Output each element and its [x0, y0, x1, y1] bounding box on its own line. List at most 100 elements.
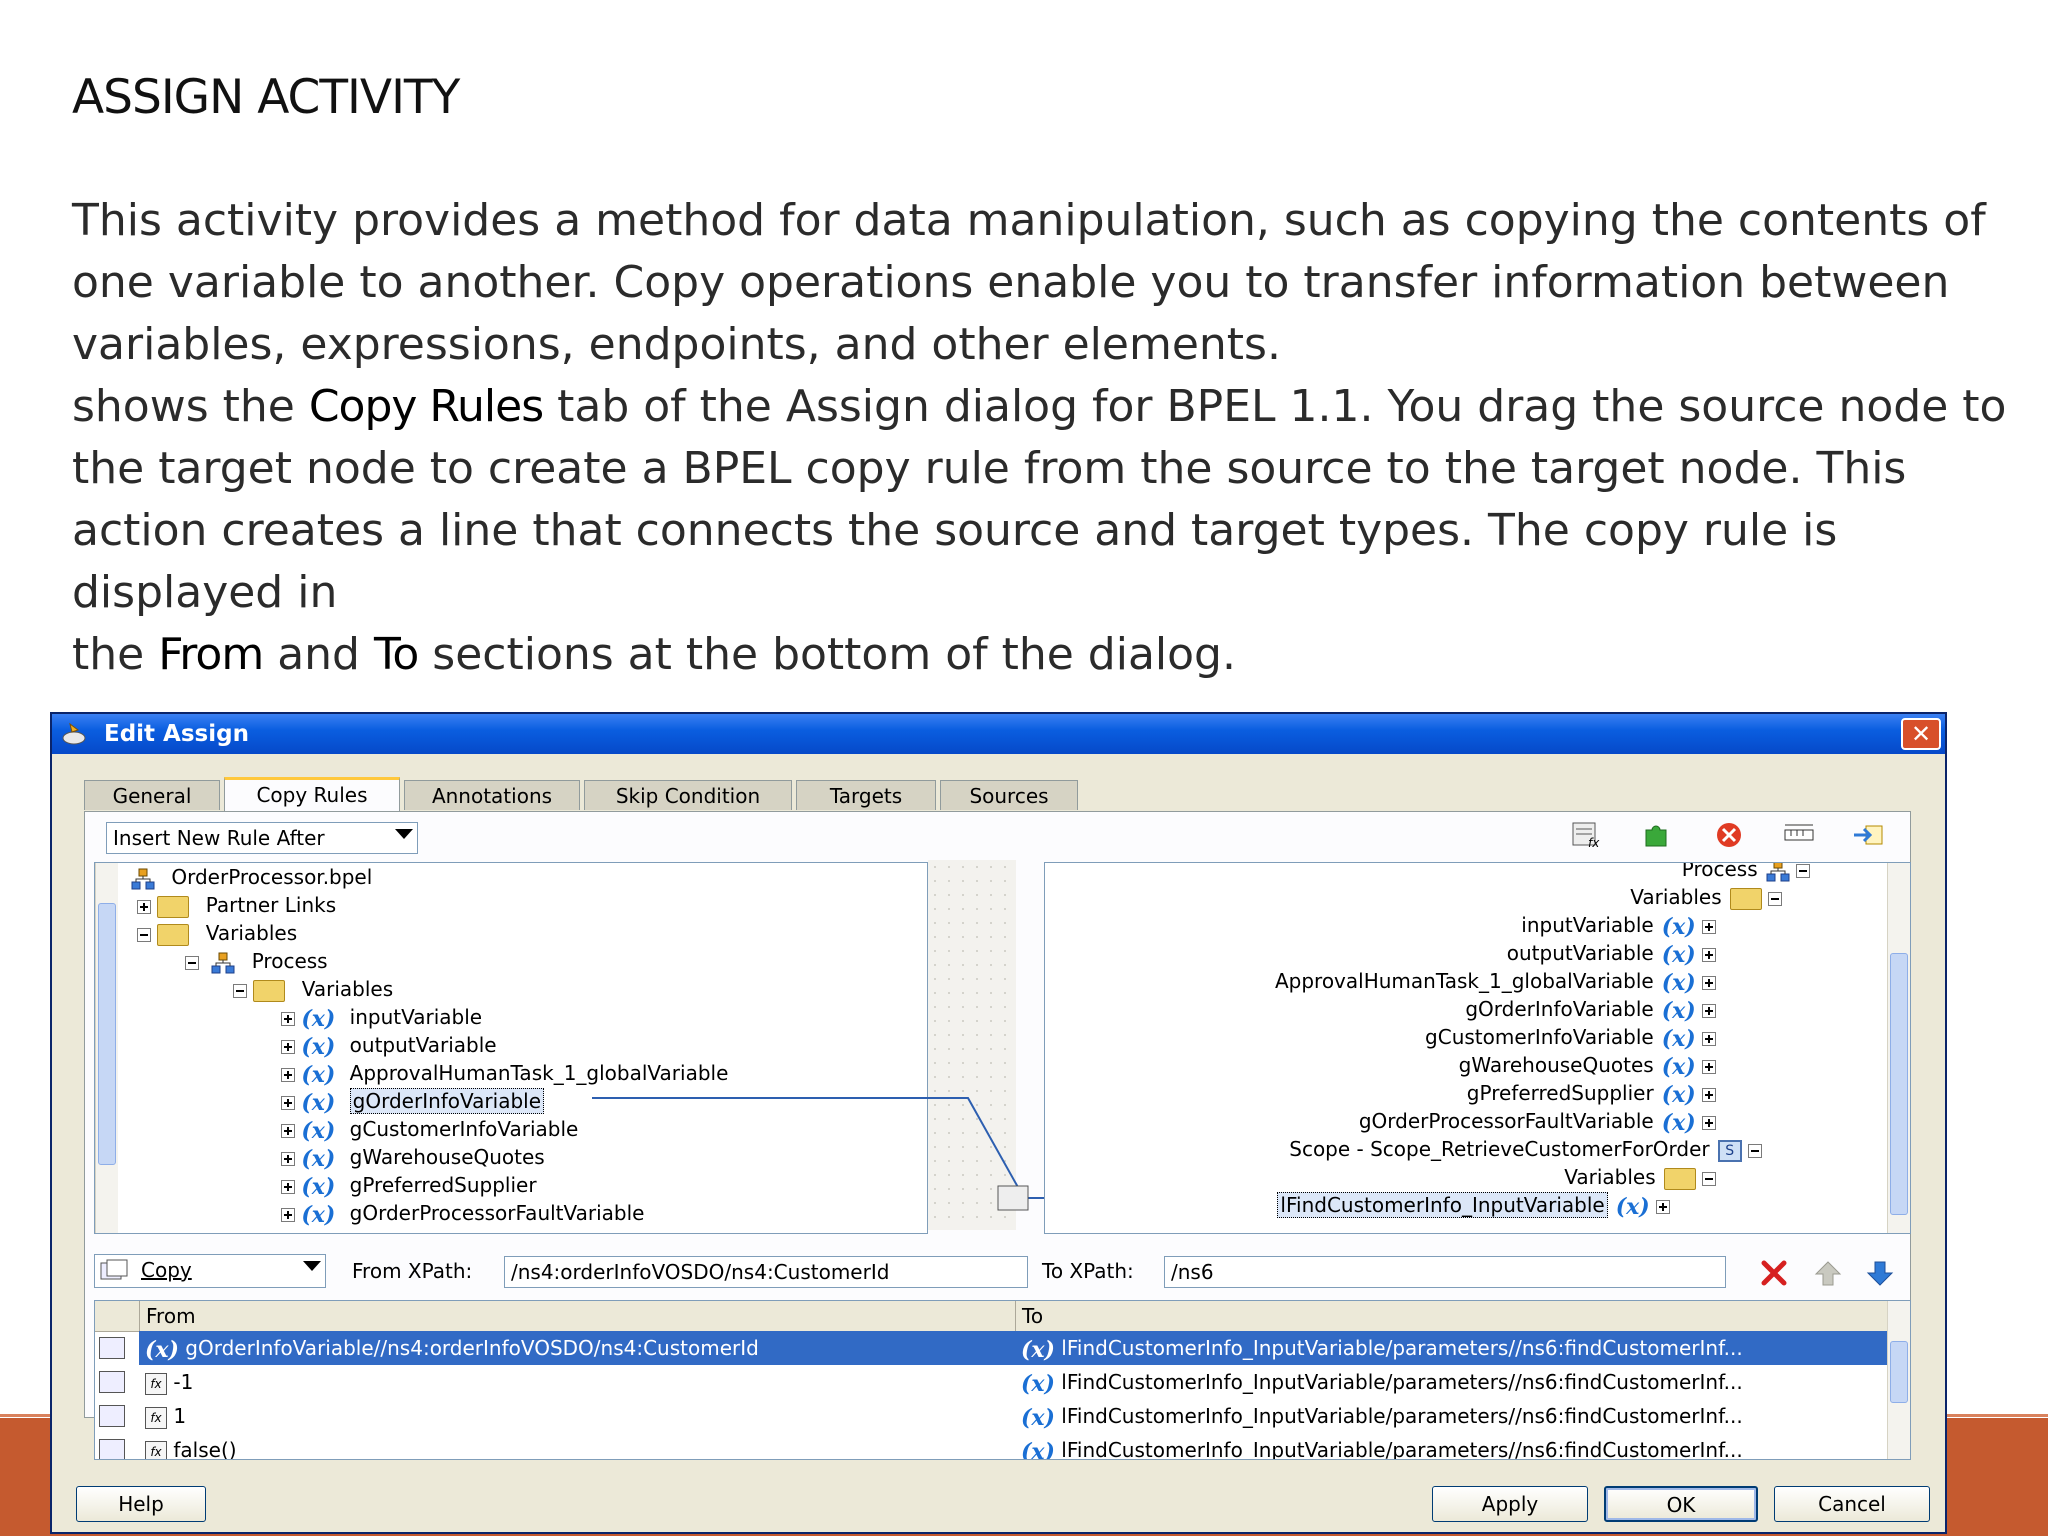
- tab-general[interactable]: General: [84, 780, 220, 810]
- tree-node-label[interactable]: gCustomerInfoVariable: [1425, 1025, 1654, 1049]
- scrollbar-thumb[interactable]: [98, 903, 116, 1165]
- tree-node-label[interactable]: OrderProcessor.bpel: [171, 865, 372, 889]
- tree-node-label[interactable]: inputVariable: [350, 1005, 482, 1029]
- tree-node-label[interactable]: Variables: [302, 977, 393, 1001]
- tree-node-label[interactable]: outputVariable: [350, 1033, 497, 1057]
- tab-annotations[interactable]: Annotations: [404, 780, 580, 810]
- tree-node-label[interactable]: Process: [252, 949, 328, 973]
- from-xpath-field[interactable]: /ns4:orderInfoVOSDO/ns4:CustomerId: [504, 1256, 1028, 1288]
- tree-node-label[interactable]: gCustomerInfoVariable: [350, 1117, 579, 1141]
- expand-icon[interactable]: [281, 1011, 295, 1026]
- to-xpath-label: To XPath:: [1042, 1259, 1134, 1283]
- expand-icon[interactable]: [1702, 1003, 1716, 1018]
- collapse-icon[interactable]: [137, 927, 151, 942]
- expression-builder-icon[interactable]: fx: [1570, 820, 1604, 850]
- table-row[interactable]: fx -1 (x) lFindCustomerInfo_InputVariabl…: [95, 1365, 1888, 1399]
- ruler-icon[interactable]: [1782, 820, 1816, 850]
- target-tree[interactable]: Process Variables inputVariable (x) outpu…: [1044, 862, 1911, 1234]
- tab-targets[interactable]: Targets: [796, 780, 936, 810]
- source-tree-scrollbar[interactable]: [95, 863, 118, 1233]
- tree-node-label[interactable]: outputVariable: [1507, 941, 1654, 965]
- collapse-icon[interactable]: [1748, 1143, 1762, 1158]
- apply-button[interactable]: Apply: [1432, 1486, 1588, 1522]
- tab-sources[interactable]: Sources: [940, 780, 1078, 810]
- tree-node-label[interactable]: gWarehouseQuotes: [350, 1145, 545, 1169]
- collapse-icon[interactable]: [233, 983, 247, 998]
- collapse-icon[interactable]: [185, 955, 199, 970]
- tree-node-label[interactable]: Variables: [1630, 885, 1721, 909]
- collapse-icon[interactable]: [1702, 1171, 1716, 1186]
- table-row[interactable]: fx 1 (x) lFindCustomerInfo_InputVariable…: [95, 1399, 1888, 1433]
- tree-node-label[interactable]: Process: [1682, 863, 1758, 881]
- paragraph-intro: This activity provides a method for data…: [72, 195, 1986, 370]
- target-tree-scrollbar[interactable]: [1887, 863, 1910, 1233]
- to-xpath-field[interactable]: /ns6: [1164, 1256, 1726, 1288]
- cancel-button[interactable]: Cancel: [1774, 1486, 1930, 1522]
- table-row[interactable]: (x) gOrderInfoVariable//ns4:orderInfoVOS…: [95, 1331, 1890, 1365]
- expand-icon[interactable]: [1702, 919, 1716, 934]
- expression-icon: fx: [145, 1440, 167, 1459]
- process-icon: [211, 952, 235, 973]
- column-header-to[interactable]: To: [1015, 1301, 1888, 1331]
- delete-icon[interactable]: [1712, 820, 1746, 850]
- emphasis-from: From: [158, 629, 264, 680]
- expand-icon[interactable]: [281, 1095, 295, 1110]
- move-up-icon[interactable]: [1812, 1258, 1844, 1288]
- expand-icon[interactable]: [281, 1039, 295, 1054]
- tree-node-label[interactable]: gWarehouseQuotes: [1459, 1053, 1654, 1077]
- tree-node-label-selected[interactable]: lFindCustomerInfo_InputVariable: [1277, 1192, 1608, 1218]
- expand-icon[interactable]: [281, 1123, 295, 1138]
- collapse-icon[interactable]: [1796, 863, 1810, 878]
- expand-icon[interactable]: [137, 899, 151, 914]
- tree-node-label[interactable]: inputVariable: [1521, 913, 1653, 937]
- tab-skip-condition[interactable]: Skip Condition: [584, 780, 792, 810]
- variable-icon: (x): [1021, 1370, 1055, 1397]
- expand-icon[interactable]: [1702, 975, 1716, 990]
- expand-icon[interactable]: [1702, 1031, 1716, 1046]
- tree-node-label[interactable]: gOrderProcessorFaultVariable: [1359, 1109, 1654, 1133]
- tree-node-label[interactable]: Partner Links: [206, 893, 336, 917]
- collapse-icon[interactable]: [1768, 891, 1782, 906]
- insert-mode-select[interactable]: Insert New Rule After: [106, 822, 418, 854]
- table-scrollbar[interactable]: [1887, 1301, 1910, 1459]
- tree-node-label-selected[interactable]: gOrderInfoVariable: [349, 1088, 545, 1114]
- expand-icon[interactable]: [281, 1067, 295, 1082]
- text-run: shows the: [72, 381, 309, 432]
- tree-node-label[interactable]: gOrderInfoVariable: [1465, 997, 1653, 1021]
- copy-mode-select[interactable]: Copy: [94, 1254, 326, 1288]
- expand-icon[interactable]: [1656, 1199, 1670, 1214]
- expand-icon[interactable]: [1702, 1059, 1716, 1074]
- scrollbar-thumb[interactable]: [1890, 953, 1908, 1215]
- variable-icon: (x): [1615, 1193, 1650, 1220]
- chevron-down-icon: [395, 829, 413, 839]
- help-button[interactable]: Help: [76, 1486, 206, 1522]
- map-arrow-icon[interactable]: [1852, 820, 1886, 850]
- delete-rule-icon[interactable]: [1758, 1258, 1790, 1288]
- expand-icon[interactable]: [281, 1151, 295, 1166]
- tree-node-label[interactable]: gPreferredSupplier: [1467, 1081, 1654, 1105]
- column-header-from[interactable]: From: [139, 1301, 801, 1331]
- table-row[interactable]: fx false() (x) lFindCustomerInfo_InputVa…: [95, 1433, 1888, 1459]
- scrollbar-thumb[interactable]: [1890, 1341, 1908, 1403]
- process-icon: [1766, 863, 1790, 881]
- expand-icon[interactable]: [281, 1207, 295, 1222]
- expand-icon[interactable]: [1702, 947, 1716, 962]
- tree-node-label[interactable]: Variables: [1564, 1165, 1655, 1189]
- close-button[interactable]: ✕: [1901, 718, 1941, 750]
- tree-node-label[interactable]: Variables: [206, 921, 297, 945]
- folder-icon: [157, 895, 190, 918]
- tree-node-label[interactable]: Scope - Scope_RetrieveCustomerForOrder: [1289, 1137, 1709, 1161]
- puzzle-icon[interactable]: [1640, 820, 1674, 850]
- move-down-icon[interactable]: [1864, 1258, 1896, 1288]
- dialog-titlebar[interactable]: Edit Assign ✕: [52, 714, 1945, 754]
- tab-copy-rules[interactable]: Copy Rules: [224, 777, 400, 811]
- expand-icon[interactable]: [1702, 1087, 1716, 1102]
- expand-icon[interactable]: [281, 1179, 295, 1194]
- ok-button[interactable]: OK: [1604, 1486, 1758, 1522]
- tree-node-label[interactable]: ApprovalHumanTask_1_globalVariable: [1275, 969, 1654, 993]
- tree-node-label[interactable]: gPreferredSupplier: [350, 1173, 537, 1197]
- slide-body: This activity provides a method for data…: [72, 190, 2012, 686]
- expand-icon[interactable]: [1702, 1115, 1716, 1130]
- text-run: sections at the bottom of the dialog.: [418, 629, 1236, 680]
- copy-rules-table[interactable]: From To (x) gOrderInfoVariable//ns4:orde…: [94, 1300, 1911, 1460]
